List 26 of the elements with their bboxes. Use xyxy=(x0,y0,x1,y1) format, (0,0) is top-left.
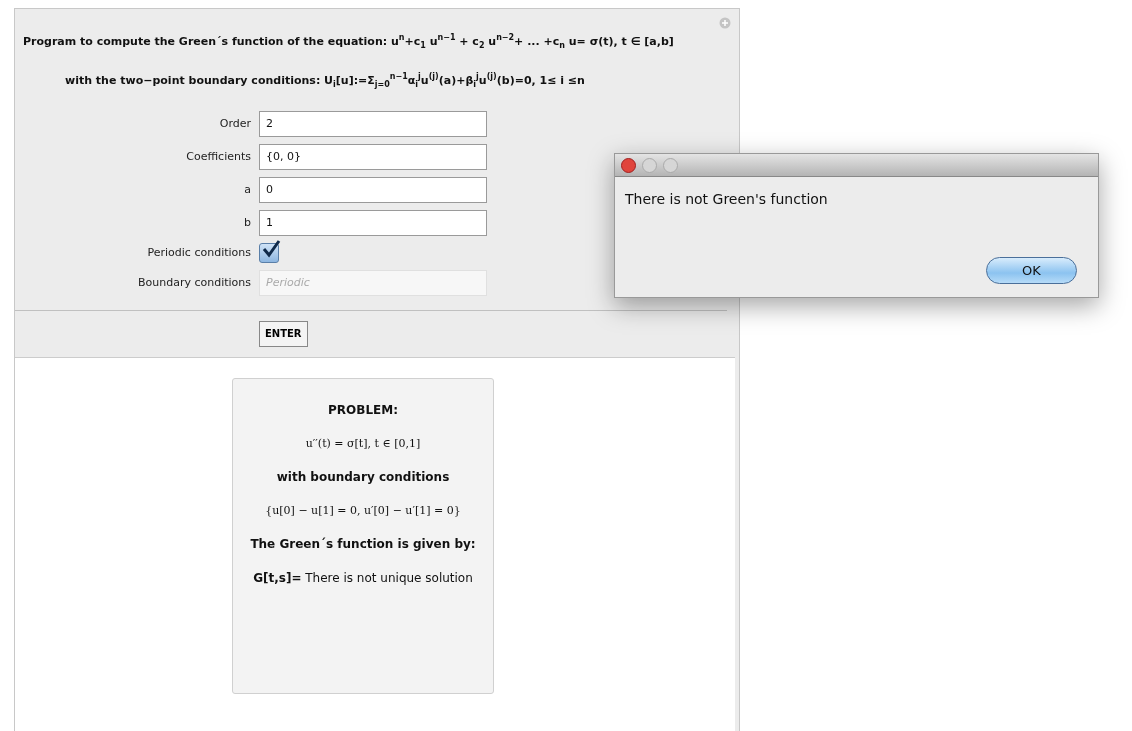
result-text: G[t,s]= There is not unique solution xyxy=(253,570,473,585)
checkbox[interactable] xyxy=(259,242,279,263)
result-text: {u[0] − u[1] = 0, u′[0] − u′[1] = 0} xyxy=(265,503,461,517)
field-label: Order xyxy=(219,117,251,131)
input-field[interactable]: {0, 0} xyxy=(259,143,487,170)
minimize-icon[interactable] xyxy=(642,157,657,173)
result-text: with boundary conditions xyxy=(276,469,450,484)
enter-button[interactable]: ENTER xyxy=(259,320,308,347)
ok-button[interactable]: OK xyxy=(986,257,1077,284)
checkbox-label: Periodic conditions xyxy=(147,246,251,260)
result-text: The Green´s function is given by: xyxy=(250,536,476,551)
result-text: u′′(t) = σ[t], t ∈ [0,1] xyxy=(305,436,421,450)
result-text: PROBLEM: xyxy=(328,402,398,417)
input-field[interactable]: 2 xyxy=(259,110,487,137)
input-field[interactable]: 0 xyxy=(259,176,487,203)
field-label: a xyxy=(244,183,251,197)
equation-text: Program to compute the Green´s function of the equation: u$^{n}$+c$_{1}$ u$^{n−1}$ + c$_{2}$ u$^{n−2}$+ ... +c$_{n}$ u= σ(t), t ∈ [a,b] xyxy=(23,33,675,50)
add-icon[interactable] xyxy=(719,17,731,29)
input-field[interactable]: 1 xyxy=(259,209,487,236)
dialog-message: There is not Green's function xyxy=(625,191,829,207)
field-label: Coefficients xyxy=(186,150,251,164)
close-icon[interactable] xyxy=(621,157,636,173)
zoom-icon[interactable] xyxy=(663,157,678,173)
field-label: Boundary conditions xyxy=(137,276,251,290)
field-label: b xyxy=(244,216,251,230)
boundary-text: with the two−point boundary conditions: U$_{i}$[u]:=Σ$_{j=0}$$^{n−1}$α$_{i}$$^{j}$u$^{(j)}$(a)+β$_{i}$$^{j}$u$^{(j)}$(b)=0, 1≤ i ≤n xyxy=(64,71,586,89)
